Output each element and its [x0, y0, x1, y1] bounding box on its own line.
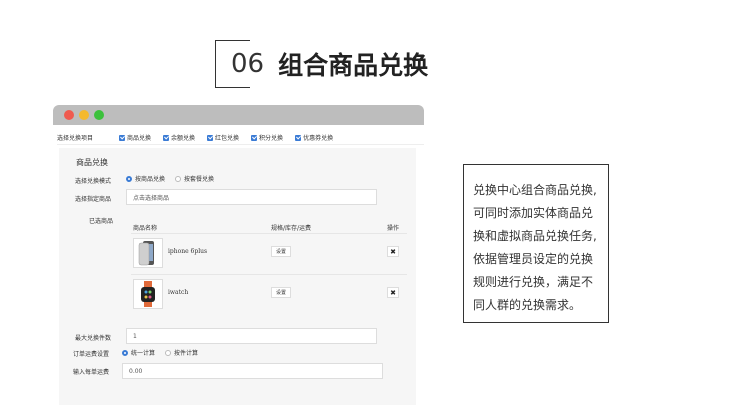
radio-label: 按件计算: [174, 350, 199, 357]
radio-label: 统一计算: [131, 350, 156, 357]
exchange-type-balance[interactable]: 余额兑换: [163, 133, 195, 142]
watch-image: [141, 281, 155, 307]
product-name: iphone 6plus: [168, 248, 208, 255]
radio-icon[interactable]: [165, 349, 172, 356]
description-line: 同人群的兑换需求。: [473, 298, 582, 312]
checkbox-icon[interactable]: [295, 134, 302, 141]
maximize-window-icon[interactable]: [94, 110, 104, 120]
description-line: 兑换中心组合商品兑换,: [473, 183, 597, 197]
mode-by-goods-radio[interactable]: 按商品兑换: [126, 174, 165, 183]
iphone-image: [138, 241, 154, 266]
heading-bracket: [215, 40, 250, 88]
radio-icon[interactable]: [175, 175, 182, 182]
delete-icon[interactable]: ✖: [387, 246, 399, 257]
col-name-header: 商品名称: [133, 225, 158, 232]
selected-goods-label: 已选商品: [89, 218, 114, 225]
checkbox-icon[interactable]: [163, 134, 170, 141]
checkbox-icon[interactable]: [119, 134, 125, 141]
max-count-input[interactable]: 1: [126, 328, 377, 344]
description-line: 依据管理员设定的兑换: [473, 252, 594, 266]
radio-label: 按套餐兑换: [184, 176, 215, 183]
freight-unified-radio[interactable]: 统一计算: [122, 348, 155, 357]
col-spec-header: 规格/库存/运费: [271, 225, 312, 232]
radio-label: 按商品兑换: [135, 176, 166, 183]
exchange-type-points[interactable]: 积分兑换: [251, 133, 283, 142]
description-line: 换和虚拟商品兑换任务,: [473, 229, 597, 243]
product-name: iwatch: [168, 289, 189, 296]
app-window: 选择兑换项目 商品兑换 余额兑换 红包兑换 积分兑换 优惠券兑换 商品兑换 选择…: [53, 105, 424, 405]
exchange-type-label: 积分兑换: [259, 135, 284, 142]
section-heading: 06 组合商品兑换: [215, 40, 428, 88]
set-button[interactable]: 设置: [271, 287, 291, 298]
radio-icon[interactable]: [126, 175, 132, 182]
description-line: 规则进行兑换，满足不: [473, 275, 594, 289]
mode-radio-group: 按商品兑换 按套餐兑换: [126, 174, 224, 183]
exchange-type-label: 红包兑换: [215, 135, 240, 142]
exchange-type-coupon[interactable]: 优惠券兑换: [295, 133, 333, 142]
delete-icon[interactable]: ✖: [387, 287, 399, 298]
exchange-type-redpacket[interactable]: 红包兑换: [207, 133, 239, 142]
table-row: iwatch 设置 ✖: [131, 274, 407, 312]
product-thumbnail: [133, 279, 163, 309]
description-line: 可同时添加实体商品兑: [473, 206, 594, 220]
window-titlebar: [53, 105, 424, 125]
exchange-type-label: 余额兑换: [171, 135, 196, 142]
section-title: 商品兑换: [76, 158, 108, 167]
exchange-type-bar: 选择兑换项目 商品兑换 余额兑换 红包兑换 积分兑换 优惠券兑换: [57, 131, 424, 145]
table-row: iphone 6plus 设置 ✖: [131, 233, 407, 271]
exchange-type-label: 优惠券兑换: [303, 135, 334, 142]
set-button[interactable]: 设置: [271, 246, 291, 257]
freight-radio-group: 统一计算 按件计算: [122, 348, 208, 357]
freight-label: 订单运费设置: [73, 351, 110, 358]
mode-by-package-radio[interactable]: 按套餐兑换: [175, 174, 214, 183]
max-count-label: 最大兑换件数: [75, 335, 112, 342]
per-order-freight-input[interactable]: 0.00: [122, 363, 383, 379]
checkbox-icon[interactable]: [207, 134, 214, 141]
minimize-window-icon[interactable]: [79, 110, 89, 120]
per-order-freight-label: 输入每单运费: [73, 369, 110, 376]
checkbox-icon[interactable]: [251, 134, 258, 141]
freight-per-item-radio[interactable]: 按件计算: [165, 348, 198, 357]
close-window-icon[interactable]: [64, 110, 74, 120]
exchange-type-goods[interactable]: 商品兑换: [119, 133, 151, 142]
col-action-header: 操作: [387, 225, 400, 232]
product-thumbnail: [133, 238, 163, 268]
select-goods-input[interactable]: 点击选择商品: [126, 189, 377, 205]
exchange-type-label: 商品兑换: [127, 135, 152, 142]
heading-title: 组合商品兑换: [278, 51, 429, 80]
description-box: 兑换中心组合商品兑换, 可同时添加实体商品兑 换和虚拟商品兑换任务, 依据管理员…: [463, 164, 609, 323]
radio-icon[interactable]: [122, 349, 128, 356]
mode-label: 选择兑换模式: [75, 178, 112, 185]
goods-table-header: 商品名称 规格/库存/运费 操作: [131, 221, 407, 233]
select-goods-label: 选择指定商品: [75, 196, 112, 203]
exchange-type-title: 选择兑换项目: [57, 135, 94, 142]
page: 06 组合商品兑换 选择兑换项目 商品兑换 余额兑换 红包兑换 积分兑换 优惠券…: [0, 0, 753, 409]
